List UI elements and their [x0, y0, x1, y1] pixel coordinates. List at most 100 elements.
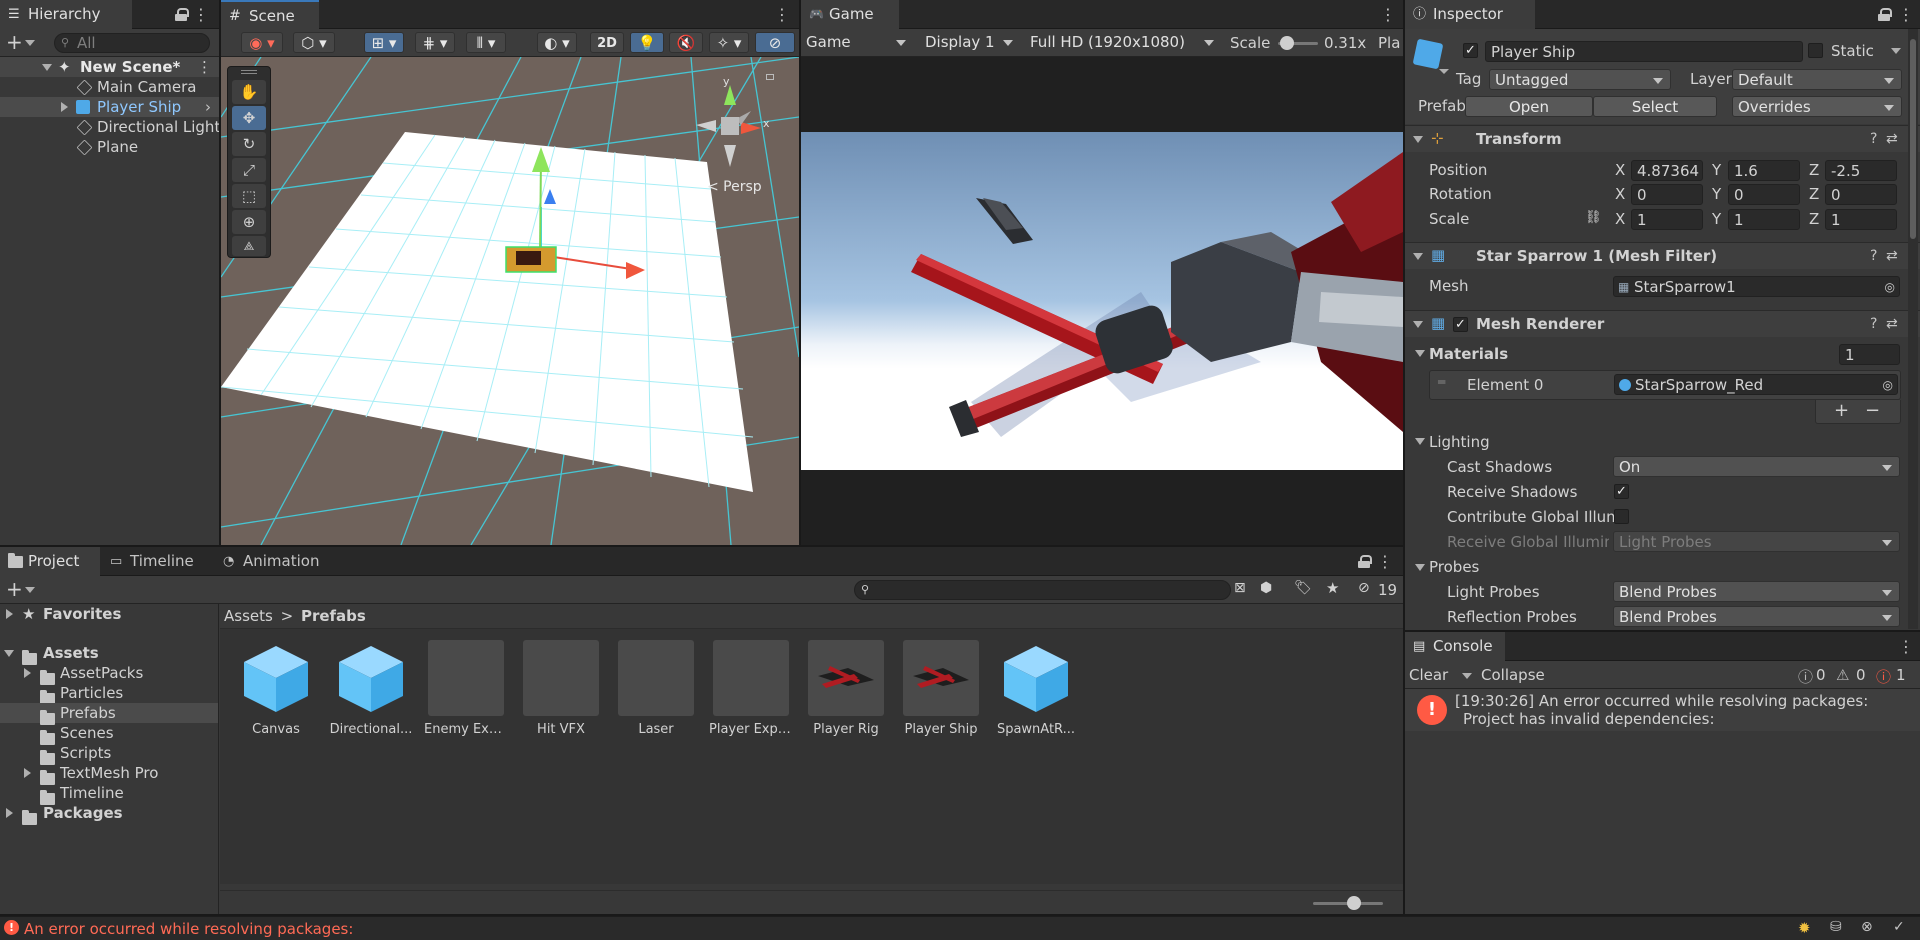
object-picker-icon[interactable]: ◎: [1885, 277, 1895, 296]
list-item[interactable]: Player Ship ›: [0, 97, 219, 117]
lighting-expand-icon[interactable]: [1415, 438, 1425, 445]
orientation-gizmo[interactable]: y x: [691, 75, 771, 177]
tree-item-folder[interactable]: Scripts: [0, 743, 218, 765]
tab-inspector[interactable]: ⓘ Inspector: [1405, 0, 1535, 29]
preset-icon[interactable]: ⇄: [1886, 243, 1898, 270]
collapse-icon[interactable]: [1413, 253, 1423, 260]
rotation-x-field[interactable]: 0: [1631, 184, 1703, 205]
audio-toggle-button[interactable]: 🔇: [669, 32, 703, 53]
materials-count-field[interactable]: 1: [1839, 344, 1900, 365]
layer-dropdown[interactable]: Default: [1732, 69, 1902, 90]
render-mode-button[interactable]: ⬡ ▾: [293, 32, 335, 53]
create-asset-icon[interactable]: +: [6, 578, 23, 600]
asset-item[interactable]: Laser: [614, 638, 698, 737]
lock-icon[interactable]: [175, 8, 189, 21]
custom-tool-icon[interactable]: ⟁: [232, 236, 266, 256]
help-icon[interactable]: ?: [1870, 311, 1877, 338]
expand-icon[interactable]: [42, 64, 52, 71]
static-checkbox[interactable]: [1808, 43, 1823, 58]
scale-y-field[interactable]: 1: [1728, 209, 1800, 230]
hidden-packages-icon[interactable]: ⊘: [1358, 580, 1370, 596]
pivot-button[interactable]: ⊞ ▾: [364, 32, 404, 53]
active-checkbox[interactable]: ✓: [1463, 43, 1478, 58]
project-menu-icon[interactable]: ⋮: [1377, 547, 1393, 576]
tab-hierarchy[interactable]: ☰ Hierarchy: [0, 0, 132, 29]
game-mode-dropdown[interactable]: Game: [801, 32, 913, 53]
increment-snap-button[interactable]: ⦀ ▾: [466, 32, 506, 53]
lock-icon[interactable]: [1358, 555, 1372, 568]
shading-button[interactable]: ◐ ▾: [537, 32, 577, 53]
collapse-icon[interactable]: [1413, 136, 1423, 143]
notifications-icon[interactable]: ✓: [1893, 919, 1905, 935]
expand-icon[interactable]: [24, 768, 31, 778]
favorites-star-icon[interactable]: ★: [1326, 579, 1339, 597]
mesh-filter-header[interactable]: ▦ Star Sparrow 1 (Mesh Filter) ? ⇄ ⋮: [1405, 242, 1920, 269]
position-z-field[interactable]: -2.5: [1825, 160, 1897, 181]
chevron-right-icon[interactable]: ›: [205, 97, 211, 117]
hierarchy-menu-icon[interactable]: ⋮: [193, 0, 209, 29]
add-dropdown-icon[interactable]: [25, 40, 35, 46]
asset-item[interactable]: SpawnAtR...: [994, 638, 1078, 737]
add-element-button[interactable]: +: [1834, 400, 1849, 422]
inspector-scrollbar[interactable]: [1908, 29, 1918, 629]
breadcrumb-prefabs[interactable]: Prefabs: [301, 607, 366, 625]
lighting-toggle-button[interactable]: 💡: [630, 32, 664, 53]
tree-item-folder[interactable]: Particles: [0, 683, 218, 705]
project-search-input[interactable]: ⚲: [854, 580, 1231, 600]
contribute-gi-checkbox[interactable]: [1614, 509, 1629, 524]
tab-game[interactable]: 🎮 Game: [801, 0, 899, 29]
tree-item-folder[interactable]: Prefabs: [0, 703, 218, 725]
scene-view-menu-icon[interactable]: [766, 74, 774, 80]
tree-item-packages[interactable]: Packages: [0, 803, 218, 825]
tree-item-folder[interactable]: TextMesh Pro: [0, 763, 218, 785]
create-dropdown-icon[interactable]: [25, 587, 35, 593]
asset-item[interactable]: Canvas: [234, 638, 318, 737]
move-tool-icon[interactable]: ✥: [232, 106, 266, 130]
position-x-field[interactable]: 4.87364: [1631, 160, 1703, 181]
material-object-field[interactable]: StarSparrow_Red ◎: [1614, 374, 1898, 395]
help-icon[interactable]: ?: [1870, 243, 1877, 270]
asset-item[interactable]: Player Expl...: [709, 638, 793, 737]
game-viewport[interactable]: [801, 57, 1403, 545]
inspector-menu-icon[interactable]: ⋮: [1898, 0, 1914, 29]
object-picker-icon[interactable]: ◎: [1883, 375, 1893, 394]
search-by-type-icon[interactable]: ⊠: [1234, 580, 1246, 596]
icon-size-slider-handle[interactable]: [1347, 896, 1361, 910]
overrides-dropdown[interactable]: Overrides: [1732, 96, 1902, 117]
tag-dropdown[interactable]: Untagged: [1489, 69, 1671, 90]
grid-snap-button[interactable]: ⋕ ▾: [415, 32, 455, 53]
tab-animation[interactable]: ◔ Animation: [215, 547, 335, 576]
icon-dropdown-icon[interactable]: [1439, 69, 1449, 74]
hand-tool-icon[interactable]: ✋: [232, 80, 266, 104]
scene-viewport[interactable]: ✋ ✥ ↻ ⤢ ⬚ ⊕ ⟁ y x < Persp: [221, 57, 799, 545]
console-entry[interactable]: ! [19:30:26] An error occurred while res…: [1405, 689, 1920, 731]
rotation-z-field[interactable]: 0: [1825, 184, 1897, 205]
breadcrumb-assets[interactable]: Assets: [224, 607, 273, 625]
add-icon[interactable]: +: [6, 31, 23, 53]
lock-icon[interactable]: [1878, 8, 1892, 21]
tree-item-favorites[interactable]: ★ Favorites: [0, 604, 218, 624]
help-icon[interactable]: ?: [1870, 126, 1877, 153]
position-y-field[interactable]: 1.6: [1728, 160, 1800, 181]
receive-shadows-checkbox[interactable]: ✓: [1614, 484, 1629, 499]
collapse-icon[interactable]: [1413, 321, 1423, 328]
tree-item-assets[interactable]: Assets: [0, 643, 218, 665]
info-count-icon[interactable]: ⓘ: [1798, 666, 1813, 687]
projection-label[interactable]: < Persp: [707, 179, 762, 195]
tree-item-folder[interactable]: Scenes: [0, 723, 218, 745]
resolution-dropdown[interactable]: Full HD (1920x1080): [1025, 32, 1221, 53]
display-dropdown[interactable]: Display 1: [920, 32, 1020, 53]
light-probes-dropdown[interactable]: Blend Probes: [1613, 581, 1900, 602]
drag-handle-icon[interactable]: ═: [1438, 375, 1445, 389]
list-item[interactable]: Plane: [0, 137, 219, 157]
object-name-input[interactable]: Player Ship: [1485, 41, 1803, 62]
mesh-object-field[interactable]: ▦ StarSparrow1 ◎: [1613, 276, 1900, 297]
inspector-scroll-thumb[interactable]: [1910, 39, 1916, 239]
list-item[interactable]: Main Camera: [0, 77, 219, 97]
constrain-proportions-icon[interactable]: ⛓: [1585, 210, 1602, 225]
remove-element-button[interactable]: −: [1865, 400, 1880, 422]
clear-options-icon[interactable]: [1462, 673, 1472, 679]
reflection-probes-dropdown[interactable]: Blend Probes: [1613, 606, 1900, 627]
console-menu-icon[interactable]: ⋮: [1898, 632, 1914, 661]
probes-expand-icon[interactable]: [1415, 564, 1425, 571]
